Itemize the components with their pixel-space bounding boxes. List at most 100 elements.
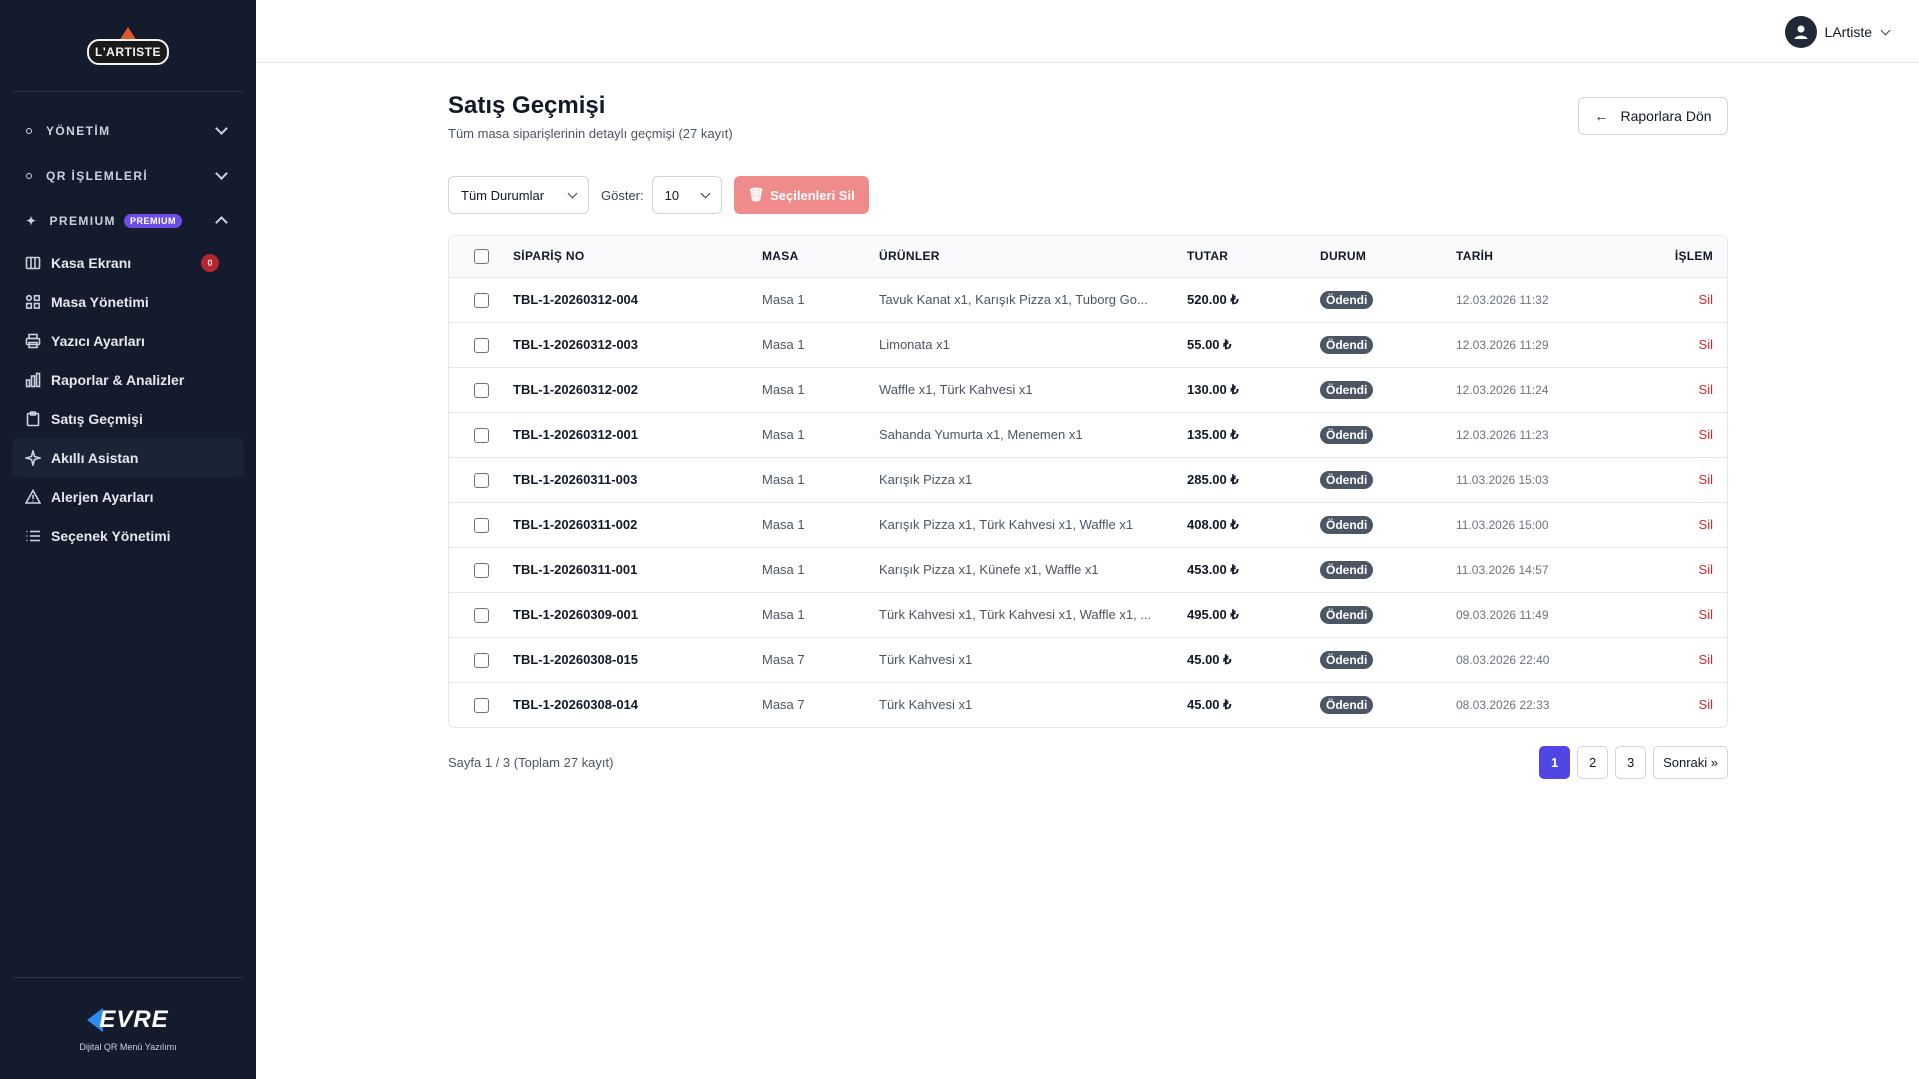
table-row: TBL-1-20260311-003 Masa 1 Karışık Pizza … xyxy=(449,457,1727,502)
table-row: TBL-1-20260309-001 Masa 1 Türk Kahvesi x… xyxy=(449,592,1727,637)
order-date: 12.03.2026 11:29 xyxy=(1456,337,1549,352)
header-date: TARİH xyxy=(1456,249,1494,264)
sidebar: L'ARTISTE YÖNETİM QR İŞLEMLERİ ✦ PREMIUM… xyxy=(0,0,256,1079)
table-name: Masa 1 xyxy=(762,427,805,442)
nav-group-label: PREMIUM xyxy=(49,213,116,228)
table-row: TBL-1-20260308-014 Masa 7 Türk Kahvesi x… xyxy=(449,682,1727,727)
row-checkbox[interactable] xyxy=(473,337,489,353)
order-no: TBL-1-20260309-001 xyxy=(513,607,639,622)
status-badge: Ödendi xyxy=(1320,605,1374,624)
order-date: 12.03.2026 11:23 xyxy=(1456,427,1549,442)
select-all-checkbox[interactable] xyxy=(473,248,489,264)
table-name: Masa 1 xyxy=(762,607,805,622)
sidebar-item-label: Yazıcı Ayarları xyxy=(51,332,145,349)
status-badge: Ödendi xyxy=(1320,695,1374,714)
sidebar-item-akilli-asistan[interactable]: Akıllı Asistan xyxy=(12,438,244,477)
delete-row-link[interactable]: Sil xyxy=(1699,697,1713,712)
delete-row-link[interactable]: Sil xyxy=(1699,337,1713,352)
pagination: Sayfa 1 / 3 (Toplam 27 kayıt) 1 2 3 Sonr… xyxy=(448,728,1728,800)
order-date: 08.03.2026 22:33 xyxy=(1456,697,1550,712)
table-name: Masa 1 xyxy=(762,292,805,307)
order-total: 55.00 ₺ xyxy=(1187,336,1232,352)
order-total: 520.00 ₺ xyxy=(1187,291,1239,307)
sidebar-item-masa-yonetimi[interactable]: Masa Yönetimi xyxy=(12,282,244,321)
order-date: 09.03.2026 11:49 xyxy=(1456,607,1549,622)
sidebar-item-label: Satış Geçmişi xyxy=(51,410,143,427)
sidebar-item-secenek-yonetimi[interactable]: Seçenek Yönetimi xyxy=(12,516,244,555)
row-checkbox[interactable] xyxy=(473,427,489,443)
sidebar-item-label: Alerjen Ayarları xyxy=(51,488,154,505)
page-button-2[interactable]: 2 xyxy=(1577,746,1609,779)
table-row: TBL-1-20260311-002 Masa 1 Karışık Pizza … xyxy=(449,502,1727,547)
header-items: ÜRÜNLER xyxy=(879,249,940,264)
delete-row-link[interactable]: Sil xyxy=(1699,292,1713,307)
nav-group-qr[interactable]: QR İŞLEMLERİ xyxy=(0,153,256,198)
chevron-down-icon xyxy=(215,122,228,135)
nav-group-yonetim[interactable]: YÖNETİM xyxy=(0,108,256,153)
sidebar-item-kasa-ekrani[interactable]: Kasa Ekranı 0 xyxy=(12,243,244,282)
page-header: Satış Geçmişi Tüm masa siparişlerinin de… xyxy=(448,63,1728,163)
row-checkbox[interactable] xyxy=(473,607,489,623)
row-checkbox[interactable] xyxy=(473,382,489,398)
order-no: TBL-1-20260312-004 xyxy=(513,292,639,307)
status-badge: Ödendi xyxy=(1320,470,1374,489)
columns-icon xyxy=(25,255,41,271)
brand-logo[interactable]: L'ARTISTE xyxy=(86,20,170,72)
order-no: TBL-1-20260311-003 xyxy=(513,472,638,487)
sidebar-item-alerjen-ayarlari[interactable]: Alerjen Ayarları xyxy=(12,477,244,516)
row-checkbox[interactable] xyxy=(473,652,489,668)
order-no: TBL-1-20260308-015 xyxy=(513,652,639,667)
header-action: İŞLEM xyxy=(1674,249,1713,264)
user-menu[interactable]: LArtiste xyxy=(1784,16,1891,48)
sidebar-item-raporlar[interactable]: Raporlar & Analizler xyxy=(12,360,244,399)
list-icon xyxy=(25,528,41,544)
delete-selected-button[interactable]: 🗑 Seçilenleri Sil xyxy=(733,176,869,214)
sidebar-footer: EVRE Dijital QR Menü Yazılımı xyxy=(12,977,244,1079)
row-checkbox[interactable] xyxy=(473,472,489,488)
sidebar-item-satis-gecmisi[interactable]: Satış Geçmişi xyxy=(12,399,244,438)
order-total: 408.00 ₺ xyxy=(1187,516,1239,532)
table-name: Masa 1 xyxy=(762,517,805,532)
delete-row-link[interactable]: Sil xyxy=(1699,517,1713,532)
order-no: TBL-1-20260312-001 xyxy=(513,427,639,442)
show-label: Göster: xyxy=(601,187,644,203)
items-list: Türk Kahvesi x1 xyxy=(879,697,973,713)
back-to-reports-button[interactable]: ← Raporlara Dön xyxy=(1578,97,1728,135)
row-checkbox[interactable] xyxy=(473,517,489,533)
status-badge: Ödendi xyxy=(1320,425,1374,444)
row-checkbox[interactable] xyxy=(473,292,489,308)
chevron-down-icon xyxy=(215,167,228,180)
delete-row-link[interactable]: Sil xyxy=(1699,382,1713,397)
delete-row-link[interactable]: Sil xyxy=(1699,427,1713,442)
order-date: 12.03.2026 11:24 xyxy=(1456,382,1549,397)
items-list: Tavuk Kanat x1, Karışık Pizza x1, Tuborg… xyxy=(879,292,1148,307)
row-checkbox[interactable] xyxy=(473,697,489,713)
sidebar-item-yazici-ayarlari[interactable]: Yazıcı Ayarları xyxy=(12,321,244,360)
grid-icon xyxy=(25,294,41,310)
header-table: MASA xyxy=(762,249,799,264)
row-checkbox[interactable] xyxy=(473,562,489,578)
nav-group-premium[interactable]: ✦ PREMIUM PREMIUM xyxy=(0,198,256,243)
status-badge: Ödendi xyxy=(1320,290,1374,309)
delete-row-link[interactable]: Sil xyxy=(1699,472,1713,487)
bar-chart-icon xyxy=(25,372,41,388)
arrow-left-icon: ← xyxy=(1594,108,1609,124)
status-filter-select[interactable]: Tüm Durumlar xyxy=(448,176,589,214)
printer-icon xyxy=(25,333,41,349)
delete-row-link[interactable]: Sil xyxy=(1699,607,1713,622)
sidebar-nav: YÖNETİM QR İŞLEMLERİ ✦ PREMIUM PREMIUM K… xyxy=(0,92,256,555)
page-title: Satış Geçmişi xyxy=(448,92,606,119)
delete-row-link[interactable]: Sil xyxy=(1699,652,1713,667)
status-badge: Ödendi xyxy=(1320,515,1374,534)
page-button-3[interactable]: 3 xyxy=(1615,746,1647,779)
table-row: TBL-1-20260312-001 Masa 1 Sahanda Yumurt… xyxy=(449,412,1727,457)
next-page-button[interactable]: Sonraki » xyxy=(1653,746,1728,779)
table-name: Masa 7 xyxy=(762,652,805,667)
per-page-select[interactable]: 10 xyxy=(651,176,722,214)
delete-row-link[interactable]: Sil xyxy=(1699,562,1713,577)
items-list: Waffle x1, Türk Kahvesi x1 xyxy=(879,382,1033,397)
order-total: 130.00 ₺ xyxy=(1187,381,1239,397)
page-button-1[interactable]: 1 xyxy=(1539,746,1571,779)
order-total: 285.00 ₺ xyxy=(1187,471,1239,487)
main-content: Satış Geçmişi Tüm masa siparişlerinin de… xyxy=(448,63,1728,800)
